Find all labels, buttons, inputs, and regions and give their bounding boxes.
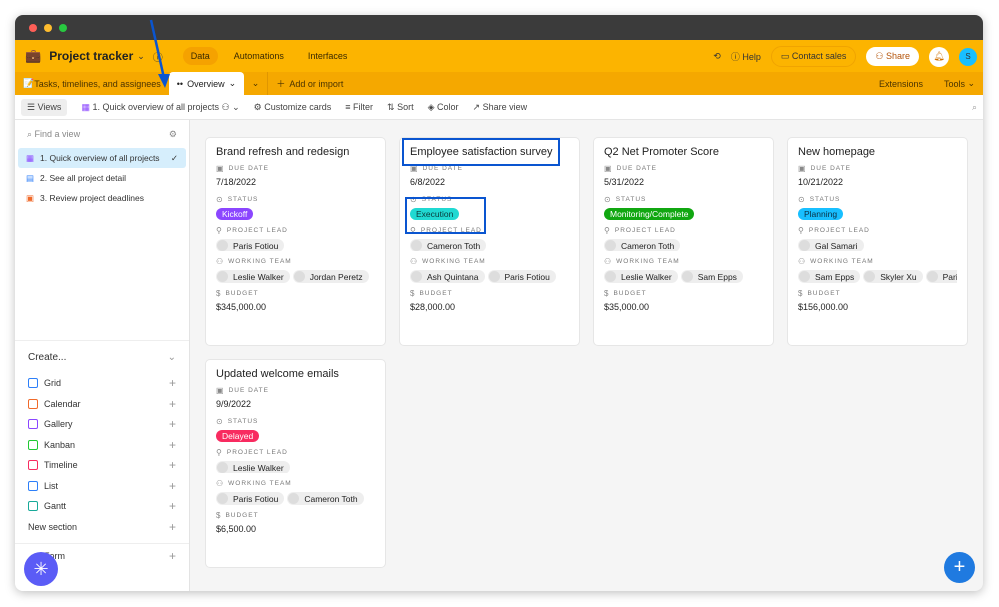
annotation-box-status bbox=[405, 197, 486, 234]
annotation-box-title bbox=[402, 138, 560, 166]
annotation-arrow bbox=[149, 19, 170, 88]
